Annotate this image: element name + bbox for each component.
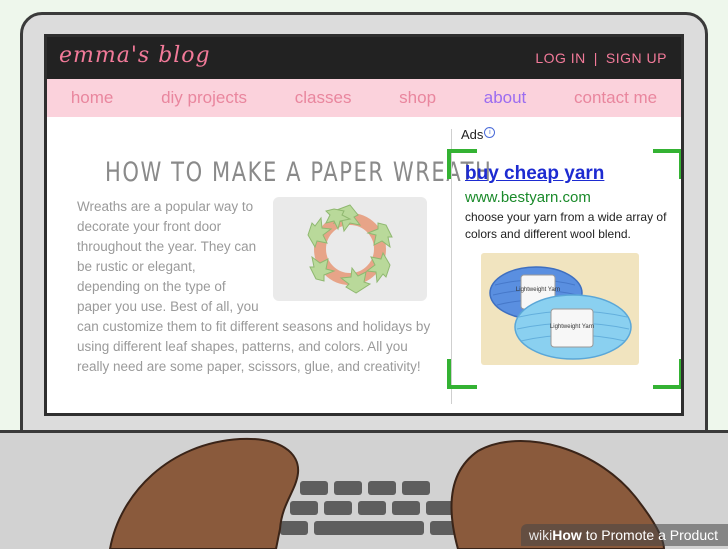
ad-url[interactable]: www.bestyarn.com xyxy=(465,189,591,206)
yarn-label-1: Lightweight Yarn xyxy=(516,287,560,293)
auth-links: LOG IN | SIGN UP xyxy=(535,50,667,66)
wikihow-watermark: wikiHow to Promote a Product xyxy=(520,524,728,546)
article-body: Wreaths are a popular way to decorate yo… xyxy=(77,197,437,377)
ad-description: choose your yarn from a wide array of co… xyxy=(465,210,667,241)
login-link[interactable]: LOG IN xyxy=(535,50,585,66)
wreath-icon xyxy=(307,204,393,294)
ads-label: Ads i xyxy=(461,127,496,142)
frame-corner-bottom-right xyxy=(653,359,681,389)
ad-headline-link[interactable]: buy cheap yarn xyxy=(465,163,604,185)
watermark-wiki: wiki xyxy=(528,527,553,543)
ad-unit[interactable]: buy cheap yarn www.bestyarn.com choose y… xyxy=(447,149,681,389)
auth-separator: | xyxy=(593,50,598,66)
nav-about[interactable]: about xyxy=(484,88,527,108)
nav-contact-me[interactable]: contact me xyxy=(574,88,657,108)
info-icon[interactable]: i xyxy=(484,127,496,138)
signup-link[interactable]: SIGN UP xyxy=(606,50,667,66)
ads-text: Ads xyxy=(461,127,484,142)
browser-screen: emma's blog LOG IN | SIGN UP home diy proj… xyxy=(44,34,684,416)
frame-corner-top-right xyxy=(653,149,681,179)
nav-diy-projects[interactable]: diy projects xyxy=(161,88,247,108)
watermark-title: to Promote a Product xyxy=(585,527,718,543)
blog-logo[interactable]: emma's blog xyxy=(59,43,211,68)
yarn-icon: Lightweight Yarn Lightweight Yarn xyxy=(489,266,632,360)
nav-classes[interactable]: classes xyxy=(295,88,352,108)
blog-header: emma's blog LOG IN | SIGN UP xyxy=(47,37,681,79)
yarn-label-2: Lightweight Yarn xyxy=(550,324,594,330)
frame-corner-bottom-left xyxy=(447,359,477,389)
watermark-how: How xyxy=(552,527,582,543)
yarn-image[interactable]: Lightweight Yarn Lightweight Yarn xyxy=(481,253,639,365)
main-nav: home diy projects classes shop about con… xyxy=(47,79,681,117)
nav-home[interactable]: home xyxy=(71,88,114,108)
wreath-image xyxy=(273,197,427,301)
article-title: HOW TO MAKE A PAPER WREATH xyxy=(105,157,493,189)
nav-shop[interactable]: shop xyxy=(399,88,436,108)
